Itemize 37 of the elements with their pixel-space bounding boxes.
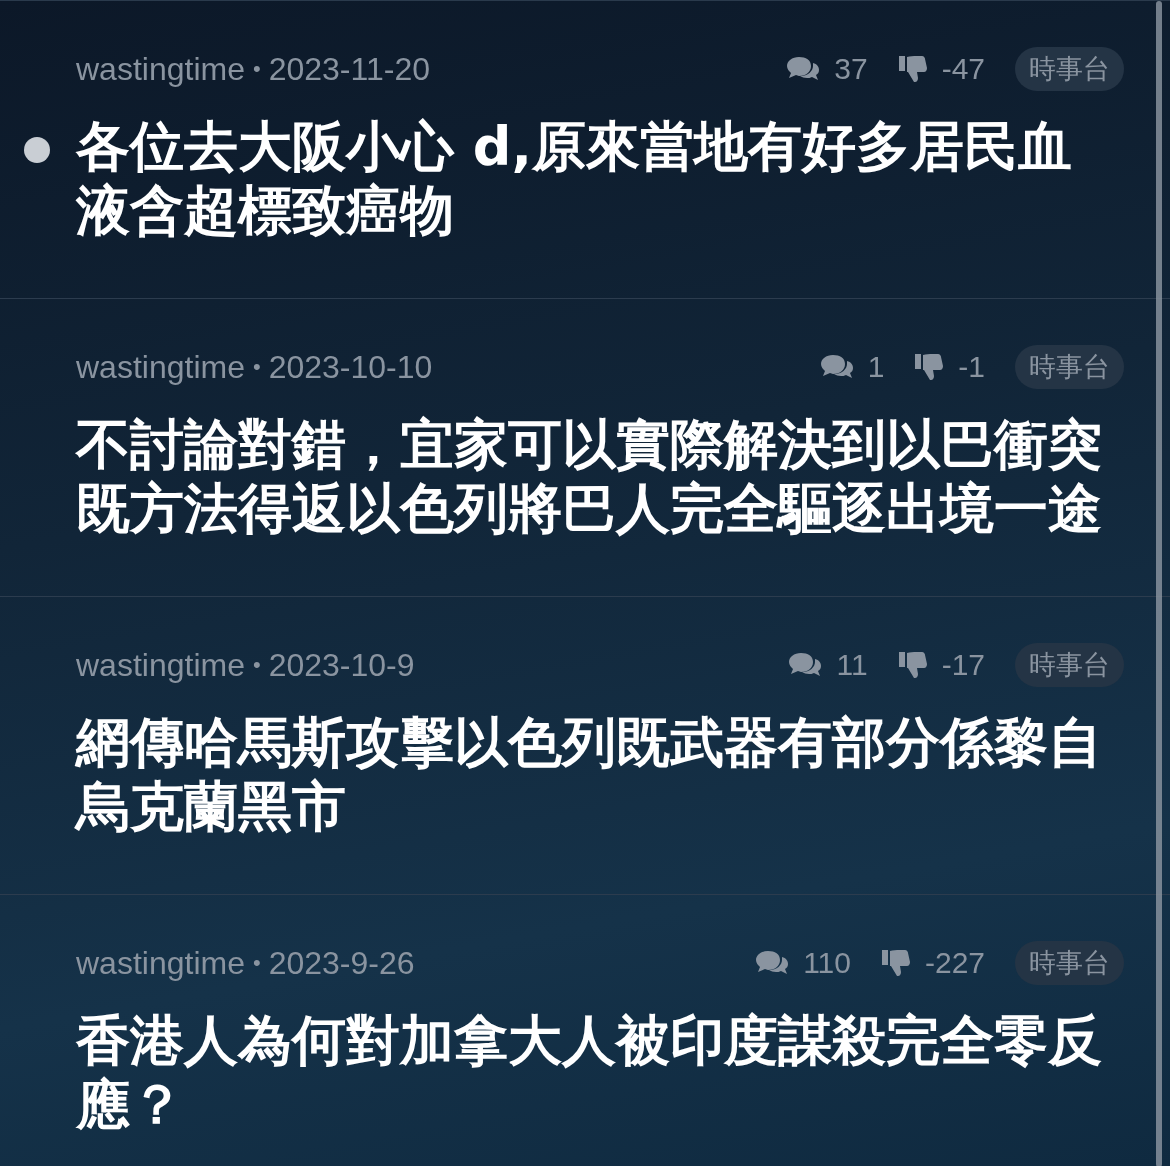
separator: • [252, 354, 261, 380]
vote-score: -47 [941, 52, 985, 86]
vote-score: -1 [958, 350, 985, 384]
vote-score: -227 [924, 946, 985, 980]
author-name[interactable]: wastingtime [76, 50, 245, 88]
thumbs-down-icon[interactable] [897, 650, 928, 680]
comment-count: 1 [867, 350, 885, 384]
thumbs-down-icon[interactable] [897, 54, 928, 84]
post-title[interactable]: 各位去大阪小心 d,原來當地有好多居民血液含超標致癌物 [76, 115, 1122, 243]
post-date: 2023-10-10 [268, 348, 433, 386]
comment-icon [819, 353, 854, 381]
post-date: 2023-9-26 [268, 944, 415, 982]
comment-icon [786, 55, 821, 83]
thumbs-down-icon[interactable] [914, 352, 945, 382]
separator: • [252, 652, 261, 678]
vote-score: -17 [941, 648, 985, 682]
scrollbar[interactable] [1156, 1, 1162, 1166]
author-name[interactable]: wastingtime [76, 944, 245, 982]
post-title[interactable]: 網傳哈馬斯攻擊以色列既武器有部分係黎自烏克蘭黑市 [76, 711, 1122, 839]
post-date: 2023-11-20 [268, 50, 430, 88]
author-name[interactable]: wastingtime [76, 646, 245, 684]
separator: • [252, 56, 261, 82]
post-title[interactable]: 不討論對錯，宜家可以實際解決到以巴衝突既方法得返以色列將巴人完全驅逐出境一途 [76, 413, 1122, 541]
category-tag[interactable]: 時事台 [1015, 47, 1124, 91]
category-tag[interactable]: 時事台 [1015, 643, 1124, 687]
thumbs-down-icon[interactable] [880, 948, 911, 978]
category-tag[interactable]: 時事台 [1015, 941, 1124, 985]
comment-count: 37 [834, 52, 868, 86]
comment-icon [788, 651, 823, 679]
category-tag[interactable]: 時事台 [1015, 345, 1124, 389]
post-title[interactable]: 香港人為何對加拿大人被印度謀殺完全零反應？ [76, 1009, 1122, 1137]
comment-count: 11 [836, 648, 868, 682]
comment-icon [755, 949, 790, 977]
author-name[interactable]: wastingtime [76, 348, 245, 386]
comment-count: 110 [803, 946, 851, 980]
post-date: 2023-10-9 [268, 646, 415, 684]
separator: • [252, 950, 261, 976]
